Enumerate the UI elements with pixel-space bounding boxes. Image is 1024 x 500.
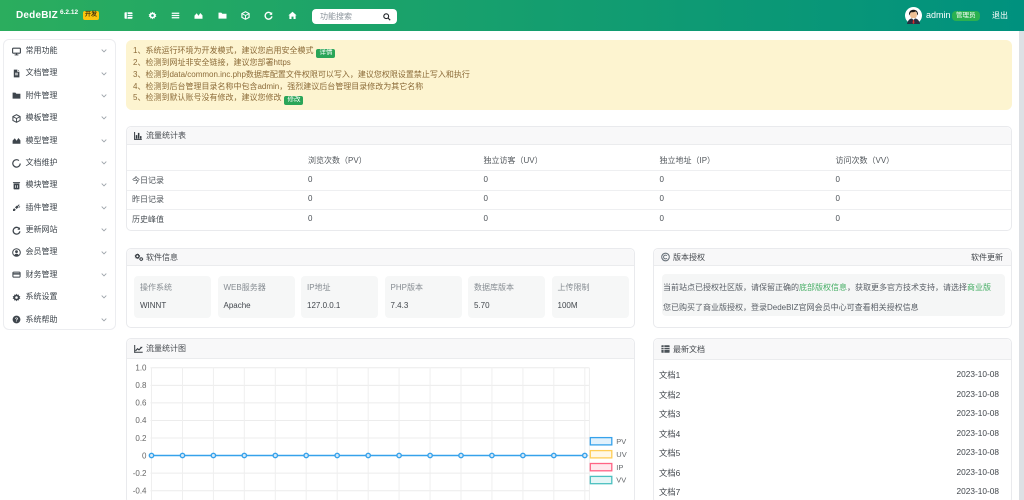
svg-text:0.4: 0.4: [135, 416, 147, 425]
svg-text:0.8: 0.8: [135, 381, 147, 390]
svg-text:IP: IP: [616, 463, 623, 472]
svg-text:0: 0: [142, 451, 147, 460]
svg-text:?: ?: [15, 318, 19, 324]
svg-text:PV: PV: [616, 437, 626, 446]
svg-text:0.2: 0.2: [135, 434, 147, 443]
svg-text:VV: VV: [616, 476, 626, 485]
svg-text:-0.2: -0.2: [133, 469, 147, 478]
svg-text:1.0: 1.0: [135, 364, 147, 373]
svg-text:0.6: 0.6: [135, 399, 147, 408]
svg-text:-0.4: -0.4: [133, 487, 147, 496]
svg-text:UV: UV: [616, 450, 626, 459]
